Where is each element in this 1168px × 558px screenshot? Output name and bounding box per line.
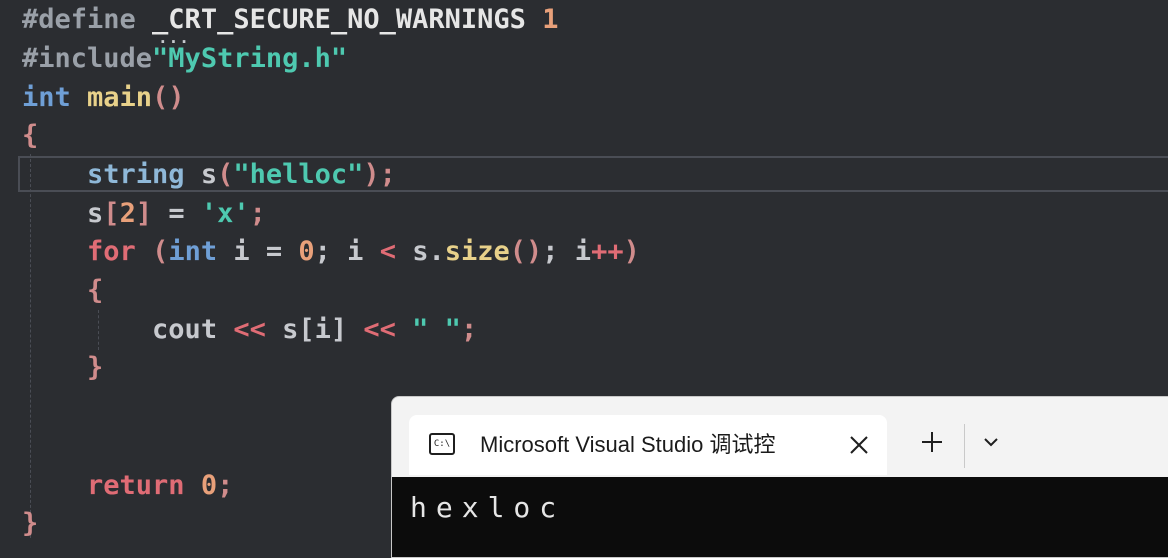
variable: cout	[152, 314, 234, 345]
string-literal: "MyString.h"	[152, 43, 348, 74]
code-line-11[interactable]: return 0;	[22, 467, 233, 505]
code-line-10[interactable]: }	[22, 349, 103, 387]
semicolon: ;	[460, 314, 478, 345]
variable: s.	[395, 236, 445, 267]
variable: ; i	[314, 236, 380, 267]
brace: }	[87, 352, 104, 383]
code-line-3[interactable]: int main()	[22, 79, 185, 117]
parentheses: ()	[509, 236, 543, 267]
number-literal: 2	[119, 198, 136, 229]
operator: <	[379, 236, 396, 267]
code-line-9[interactable]: cout << s[i] << " ";	[22, 311, 477, 349]
code-line-7[interactable]: for (int i = 0; i < s.size(); i++)	[22, 233, 640, 271]
terminal-tab[interactable]: C:\ Microsoft Visual Studio 调试控	[409, 415, 887, 475]
console-output-line: hexloc	[410, 491, 566, 524]
keyword: int	[168, 236, 218, 267]
parentheses: )	[623, 236, 640, 267]
function-name: size	[444, 236, 510, 267]
number-literal: 0	[282, 236, 315, 267]
number-literal: 1	[542, 4, 559, 35]
string-literal: " "	[395, 314, 461, 345]
char-literal: 'x'	[200, 198, 250, 229]
operator: =	[265, 236, 283, 267]
console-output-area[interactable]: hexloc	[392, 477, 1168, 557]
code-line-6[interactable]: s[2] = 'x';	[22, 195, 266, 233]
bracket: [	[103, 198, 120, 229]
number-literal: 0	[184, 470, 218, 501]
variable: s[i]	[265, 314, 364, 345]
semicolon: ;	[249, 198, 266, 229]
variable: s	[87, 198, 104, 229]
keyword: int	[22, 82, 88, 113]
preprocessor-directive: #define	[22, 4, 153, 35]
brace: {	[87, 275, 104, 306]
parentheses: ()	[152, 82, 185, 113]
variable: i	[217, 236, 266, 267]
parentheses: (	[217, 159, 234, 190]
variable: s	[184, 159, 218, 190]
control-keyword: return	[87, 470, 185, 501]
code-line-5[interactable]: string s("helloc");	[22, 156, 396, 194]
code-line-2[interactable]: #include"MyString.h"	[22, 40, 347, 78]
parentheses: );	[363, 159, 396, 190]
code-line-12[interactable]: }	[22, 505, 38, 538]
brace: {	[22, 120, 39, 151]
type-name: string	[87, 159, 185, 190]
operator: ++	[591, 236, 624, 267]
console-icon: C:\	[429, 433, 455, 455]
parentheses: (	[135, 236, 169, 267]
operator: <<	[363, 314, 396, 345]
close-icon[interactable]	[845, 431, 873, 459]
tab-title: Microsoft Visual Studio 调试控	[480, 432, 776, 457]
code-line-8[interactable]: {	[22, 272, 103, 310]
plus-icon[interactable]	[919, 429, 945, 455]
bracket: ]	[135, 198, 153, 229]
chevron-down-icon[interactable]	[982, 433, 1000, 451]
toolbar-divider	[964, 424, 965, 468]
brace: }	[22, 508, 39, 538]
variable: ; i	[542, 236, 592, 267]
preprocessor-directive: #include	[22, 43, 153, 74]
control-keyword: for	[87, 236, 136, 267]
semicolon: ;	[217, 470, 234, 501]
operator: =	[152, 198, 201, 229]
code-line-1[interactable]: #define _CRT_SECURE_NO_WARNINGS 1	[22, 1, 558, 39]
operator: <<	[233, 314, 266, 345]
function-name: main	[87, 82, 153, 113]
terminal-window[interactable]: C:\ Microsoft Visual Studio 调试控 hexloc	[391, 396, 1168, 558]
string-literal: "helloc"	[233, 159, 364, 190]
macro-name: _CRT_SECURE_NO_WARNINGS	[152, 4, 543, 35]
code-line-4[interactable]: {	[22, 117, 38, 155]
